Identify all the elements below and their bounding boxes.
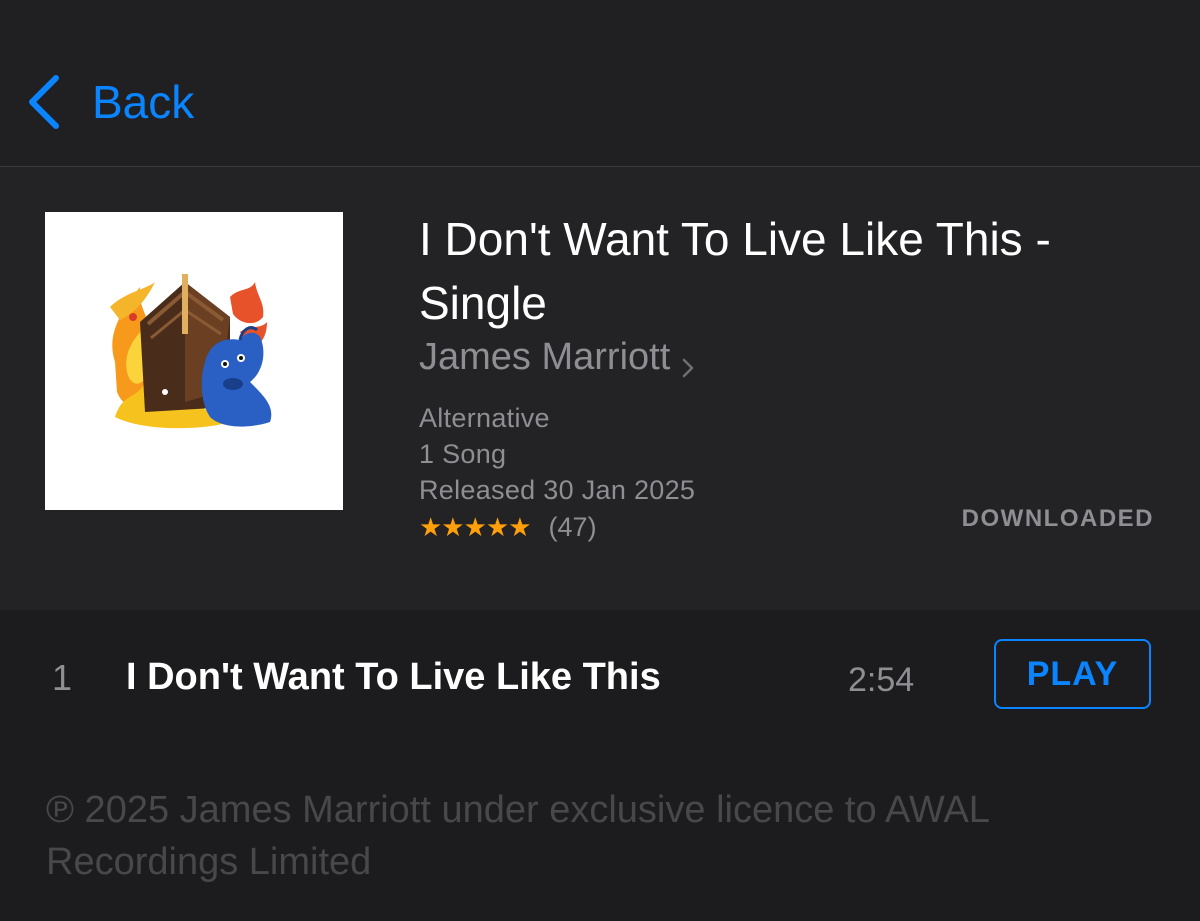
rating-stars-icon: ★★★★★ [419,512,532,542]
album-release-date: Released 30 Jan 2025 [419,475,696,505]
back-button[interactable]: Back [24,70,194,134]
album-header: I Don't Want To Live Like This - Single … [0,167,1200,610]
artist-link[interactable]: James Marriott [419,331,696,383]
back-label: Back [92,76,195,128]
chevron-right-icon [683,358,694,378]
track-number: 1 [52,657,73,698]
track-list: 1 I Don't Want To Live Like This 2:54 PL… [0,610,1200,921]
play-button[interactable]: PLAY [994,639,1151,709]
rating-count: (47) [548,512,597,542]
copyright-notice: ℗ 2025 James Marriott under exclusive li… [46,789,989,883]
downloaded-status: DOWNLOADED [961,505,1154,532]
album-song-count: 1 Song [419,439,507,469]
album-rating: ★★★★★ (47) [419,509,597,545]
artist-name: James Marriott [419,336,671,378]
album-title: I Don't Want To Live Like This - Single [419,213,1051,329]
navigation-bar: Back [0,0,1200,167]
album-artwork [45,212,343,510]
track-duration: 2:54 [848,661,915,699]
album-genre: Alternative [419,403,550,433]
album-page: Back I Don't Want To Live Like This - Si… [0,0,1200,921]
album-artwork-image [110,274,272,429]
chevron-left-icon [29,75,59,129]
track-title: I Don't Want To Live Like This [126,656,661,698]
track-row[interactable]: 1 I Don't Want To Live Like This 2:54 PL… [0,610,1200,750]
